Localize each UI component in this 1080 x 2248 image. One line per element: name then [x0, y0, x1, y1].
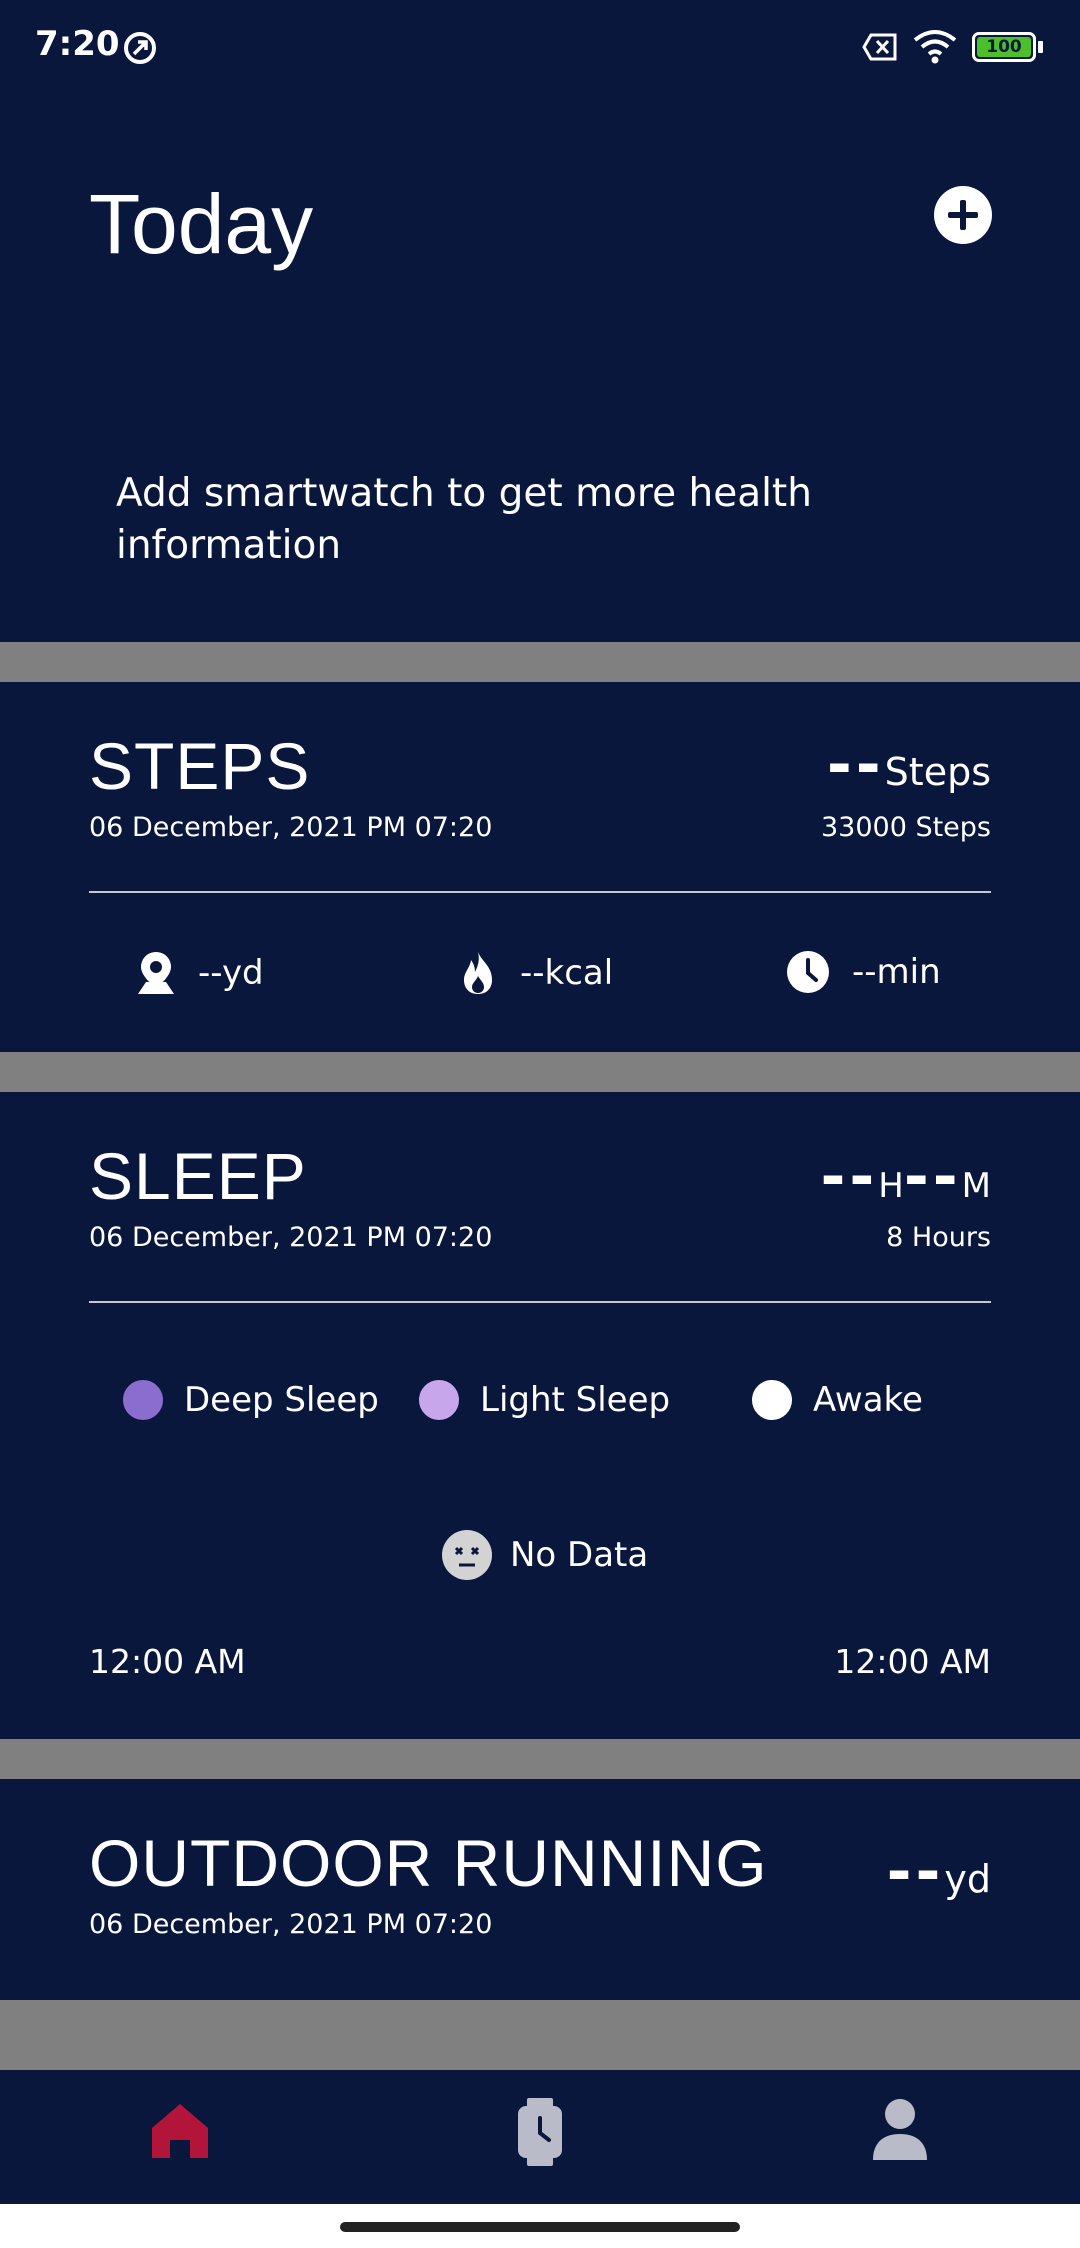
- home-icon: [152, 2104, 208, 2158]
- sleep-divider: [89, 1301, 991, 1303]
- today-header: Today Add smartwatch to get more health …: [0, 96, 1080, 642]
- light-sleep-label: Light Sleep: [480, 1380, 671, 1420]
- steps-date: 06 December, 2021 PM 07:20: [89, 812, 493, 843]
- sleep-minutes: --: [903, 1142, 962, 1212]
- awake-label: Awake: [813, 1380, 923, 1420]
- duration-label: --min: [852, 952, 941, 992]
- sleep-hours-unit: H: [878, 1166, 904, 1206]
- outdoor-running-date: 06 December, 2021 PM 07:20: [89, 1909, 493, 1940]
- sim-blocked-icon: [862, 33, 897, 61]
- running-distance: --: [886, 1837, 945, 1907]
- calories-metric: --kcal: [458, 950, 613, 996]
- steps-card[interactable]: STEPS 06 December, 2021 PM 07:20 --Steps…: [0, 682, 1080, 1052]
- legend-deep-sleep: Deep Sleep: [120, 1377, 379, 1423]
- running-unit: yd: [944, 1857, 991, 1901]
- outdoor-running-title: OUTDOOR RUNNING: [89, 1826, 768, 1900]
- page-title: Today: [89, 177, 314, 271]
- status-bar: 7:20 100: [0, 0, 1080, 96]
- sleep-minutes-unit: M: [961, 1166, 991, 1206]
- user-icon: [873, 2099, 927, 2160]
- sleep-date: 06 December, 2021 PM 07:20: [89, 1222, 493, 1253]
- home-indicator[interactable]: [340, 2222, 740, 2232]
- clock-icon: [787, 951, 829, 993]
- flame-icon: [464, 952, 492, 994]
- deep-sleep-label: Deep Sleep: [184, 1380, 379, 1420]
- bottom-navigation: [0, 2070, 1080, 2204]
- section-separator: [0, 642, 1080, 682]
- steps-value: --Steps: [827, 730, 991, 800]
- distance-label: --yd: [198, 953, 264, 993]
- outdoor-running-value: --yd: [887, 1837, 991, 1907]
- steps-title: STEPS: [89, 729, 311, 803]
- steps-goal: 33000 Steps: [820, 812, 991, 843]
- steps-count: --: [826, 730, 885, 800]
- sleep-start-time: 12:00 AM: [89, 1642, 246, 1681]
- battery-icon: 100: [972, 32, 1036, 62]
- calories-label: --kcal: [520, 953, 614, 993]
- add-smartwatch-prompt[interactable]: Add smartwatch to get more health inform…: [116, 468, 876, 572]
- nav-home[interactable]: [148, 2098, 212, 2166]
- sync-icon: [124, 32, 156, 64]
- wifi-icon: [913, 30, 957, 64]
- battery-level: 100: [977, 37, 1031, 57]
- location-pin-icon: [138, 952, 174, 994]
- duration-metric: --min: [786, 950, 941, 994]
- steps-unit: Steps: [884, 750, 991, 794]
- awake-dot: [749, 1377, 795, 1423]
- sleep-title: SLEEP: [89, 1139, 307, 1213]
- steps-divider: [89, 891, 991, 893]
- section-separator: [0, 1052, 1080, 1092]
- no-data-indicator: No Data: [442, 1530, 648, 1580]
- sleep-value: --H--M: [820, 1142, 991, 1212]
- sad-face-icon: [442, 1530, 492, 1580]
- sleep-card[interactable]: SLEEP 06 December, 2021 PM 07:20 --H--M …: [0, 1092, 1080, 1739]
- status-time: 7:20: [35, 24, 120, 64]
- nav-watch[interactable]: [510, 2098, 570, 2170]
- sleep-goal: 8 Hours: [886, 1222, 991, 1253]
- legend-awake: Awake: [749, 1377, 923, 1423]
- light-sleep-dot: [416, 1377, 462, 1423]
- legend-light-sleep: Light Sleep: [416, 1377, 670, 1423]
- section-separator: [0, 2000, 1080, 2070]
- sleep-end-time: 12:00 AM: [834, 1642, 991, 1681]
- sleep-hours: --: [820, 1142, 879, 1212]
- watch-icon: [518, 2098, 562, 2166]
- outdoor-running-card[interactable]: OUTDOOR RUNNING 06 December, 2021 PM 07:…: [0, 1779, 1080, 2000]
- add-device-button[interactable]: [934, 186, 992, 244]
- deep-sleep-dot: [120, 1377, 166, 1423]
- no-data-label: No Data: [510, 1535, 649, 1575]
- battery-tip: [1038, 41, 1043, 53]
- distance-metric: --yd: [136, 950, 264, 996]
- nav-profile[interactable]: [870, 2098, 930, 2166]
- section-separator: [0, 1739, 1080, 1779]
